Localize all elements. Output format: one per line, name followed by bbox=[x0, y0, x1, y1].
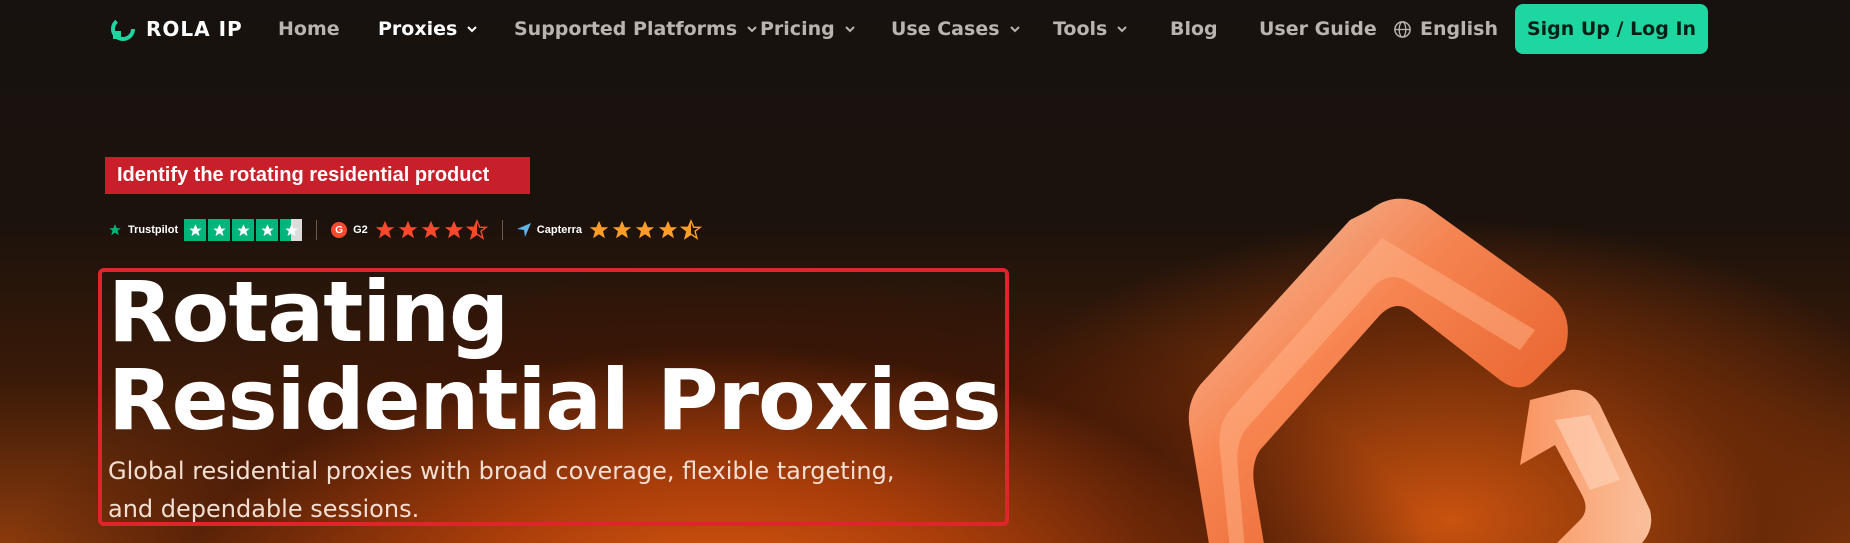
nav-proxies[interactable]: Proxies bbox=[378, 18, 479, 40]
star-icon bbox=[208, 219, 231, 241]
capterra-rating: Capterra bbox=[516, 219, 703, 241]
signup-login-button[interactable]: Sign Up / Log In bbox=[1515, 4, 1708, 54]
nav-tools[interactable]: Tools bbox=[1053, 18, 1129, 40]
top-nav: ROLA IP Home Proxies Supported Platforms… bbox=[0, 0, 1850, 58]
brand-logo[interactable]: ROLA IP bbox=[110, 16, 243, 42]
g2-label: G2 bbox=[353, 224, 368, 236]
star-icon bbox=[256, 219, 279, 241]
trustpilot-rating: Trustpilot bbox=[108, 219, 303, 241]
language-selector[interactable]: English bbox=[1393, 18, 1498, 40]
hero-subtitle: Global residential proxies with broad co… bbox=[108, 452, 988, 528]
globe-icon bbox=[1394, 20, 1411, 38]
g2-stars bbox=[374, 219, 488, 241]
capterra-stars bbox=[588, 219, 703, 241]
star-icon bbox=[658, 220, 678, 239]
star-icon bbox=[375, 220, 394, 239]
annotation-label: Identify the rotating residential produc… bbox=[105, 157, 530, 194]
chevron-down-icon bbox=[845, 26, 855, 33]
nav-blog-label: Blog bbox=[1170, 18, 1218, 40]
ratings-row: Trustpilot G G2 Capterra bbox=[108, 218, 703, 242]
g2-rating: G G2 bbox=[331, 219, 488, 241]
nav-supported-platforms[interactable]: Supported Platforms bbox=[514, 18, 759, 40]
hero-title-line-2: Residential Proxies bbox=[108, 351, 1002, 449]
half-star-icon bbox=[680, 219, 703, 240]
hero-subtitle-line-2: and dependable sessions. bbox=[108, 495, 420, 523]
star-icon bbox=[589, 220, 609, 239]
half-star-icon bbox=[465, 219, 488, 240]
trustpilot-stars bbox=[184, 219, 303, 241]
half-star-icon bbox=[280, 219, 303, 241]
nav-user-guide-label: User Guide bbox=[1259, 18, 1377, 40]
hero-subtitle-line-1: Global residential proxies with broad co… bbox=[108, 457, 895, 485]
capterra-logo-icon bbox=[516, 223, 531, 237]
star-icon bbox=[232, 219, 255, 241]
chevron-down-icon bbox=[467, 26, 478, 33]
divider bbox=[501, 220, 503, 240]
nav-proxies-label: Proxies bbox=[378, 18, 458, 40]
rola-logo-icon bbox=[111, 17, 135, 41]
hero-title: Rotating Residential Proxies bbox=[108, 268, 1008, 444]
capterra-label: Capterra bbox=[536, 224, 583, 236]
trustpilot-star-icon bbox=[109, 224, 121, 236]
star-icon bbox=[398, 220, 417, 239]
star-icon bbox=[444, 220, 463, 239]
nav-use-cases[interactable]: Use Cases bbox=[891, 18, 1022, 40]
nav-pricing-label: Pricing bbox=[760, 18, 835, 40]
hero-3d-graphic bbox=[1188, 198, 1652, 543]
nav-blog[interactable]: Blog bbox=[1170, 18, 1218, 40]
nav-supported-platforms-label: Supported Platforms bbox=[514, 18, 738, 40]
star-icon bbox=[612, 220, 632, 239]
nav-user-guide[interactable]: User Guide bbox=[1259, 18, 1377, 40]
star-icon bbox=[184, 219, 207, 241]
nav-use-cases-label: Use Cases bbox=[891, 18, 1000, 40]
language-label: English bbox=[1420, 18, 1498, 40]
star-icon bbox=[421, 220, 440, 239]
nav-home[interactable]: Home bbox=[278, 18, 340, 40]
nav-tools-label: Tools bbox=[1053, 18, 1108, 40]
g2-logo-icon: G bbox=[331, 222, 348, 238]
brand-name: ROLA IP bbox=[146, 17, 243, 41]
trustpilot-label: Trustpilot bbox=[128, 224, 179, 236]
nav-home-label: Home bbox=[278, 18, 340, 40]
chevron-down-icon bbox=[1117, 26, 1128, 33]
nav-pricing[interactable]: Pricing bbox=[760, 18, 857, 40]
divider bbox=[316, 220, 318, 240]
star-icon bbox=[635, 220, 655, 239]
hero-title-line-1: Rotating bbox=[108, 263, 509, 361]
chevron-down-icon bbox=[1009, 26, 1020, 33]
chevron-down-icon bbox=[747, 26, 757, 33]
